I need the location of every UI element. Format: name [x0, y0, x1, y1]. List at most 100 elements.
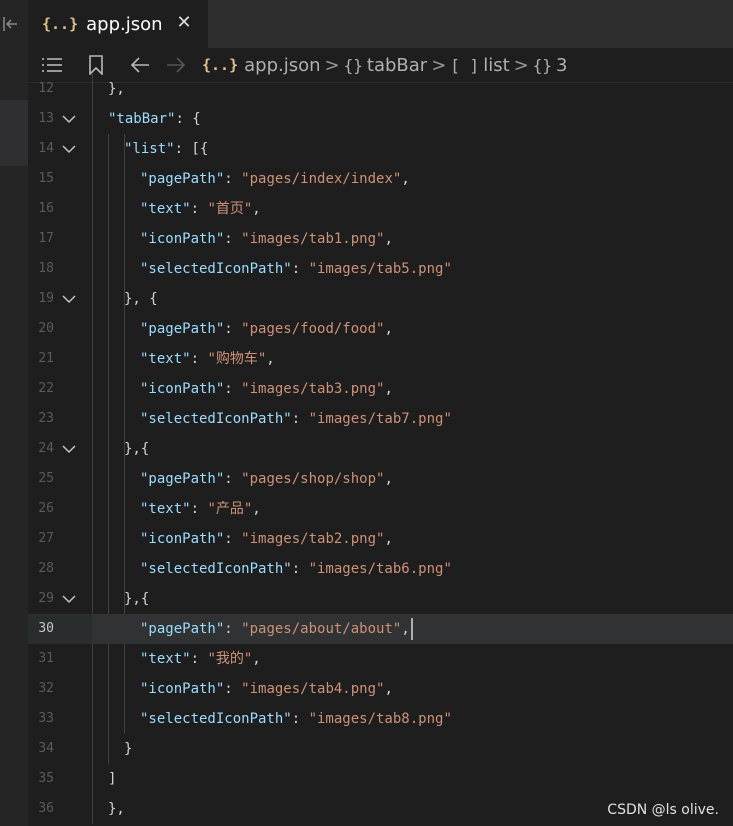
json-punctuation: , — [401, 621, 410, 637]
line-number: 15 — [38, 171, 54, 186]
json-punctuation: , — [384, 681, 393, 697]
fold-chevron-icon[interactable] — [62, 441, 76, 455]
code-line[interactable]: 17 "iconPath": "images/tab1.png", — [28, 224, 733, 254]
breadcrumb-separator: > — [324, 54, 340, 76]
code-text: "selectedIconPath": "images/tab5.png" — [140, 254, 452, 284]
json-string: "首页" — [207, 201, 253, 217]
json-punctuation: : [{ — [174, 141, 209, 157]
code-line[interactable]: 29},{ — [28, 584, 733, 614]
json-punctuation: : { — [175, 111, 201, 127]
json-string: "我的" — [207, 651, 253, 667]
json-key: "text" — [140, 651, 191, 667]
collapse-panel-icon[interactable] — [0, 14, 24, 38]
code-line[interactable]: 27 "iconPath": "images/tab2.png", — [28, 524, 733, 554]
line-number: 16 — [38, 201, 54, 216]
code-text: }, { — [124, 284, 158, 314]
json-punctuation: : — [190, 651, 208, 667]
code-line[interactable]: 18 "selectedIconPath": "images/tab5.png" — [28, 254, 733, 284]
breadcrumb-item-list[interactable]: list — [483, 55, 509, 76]
json-file-icon: {..} — [42, 15, 79, 33]
json-string: "pages/about/about" — [241, 621, 402, 637]
json-punctuation: , — [384, 321, 393, 337]
line-number: 12 — [38, 81, 54, 96]
code-text: },{ — [124, 584, 149, 614]
code-line[interactable]: 20 "pagePath": "pages/food/food", — [28, 314, 733, 344]
json-key: "selectedIconPath" — [140, 411, 292, 427]
json-key: "pagePath" — [140, 471, 225, 487]
code-line[interactable]: 19 }, { — [28, 284, 733, 314]
json-punctuation: , — [401, 171, 410, 187]
json-string: "images/tab8.png" — [308, 711, 452, 727]
tab-app-json[interactable]: {..} app.json ✕ — [28, 0, 208, 48]
breadcrumb-item-3[interactable]: 3 — [556, 55, 567, 76]
code-line[interactable]: 28 "selectedIconPath": "images/tab6.png" — [28, 554, 733, 584]
json-punctuation: , — [384, 471, 393, 487]
fold-chevron-icon[interactable] — [62, 591, 76, 605]
code-line[interactable]: 35] — [28, 764, 733, 794]
code-line[interactable]: 26 "text": "产品", — [28, 494, 733, 524]
line-number: 22 — [38, 381, 54, 396]
json-punctuation: ] — [108, 771, 117, 787]
json-key: "iconPath" — [140, 381, 225, 397]
line-number: 26 — [38, 501, 54, 516]
json-string: "pages/index/index" — [241, 171, 402, 187]
json-punctuation: , — [252, 651, 261, 667]
json-punctuation: : — [224, 171, 242, 187]
code-text: "selectedIconPath": "images/tab8.png" — [140, 704, 452, 734]
code-line[interactable]: 16 "text": "首页", — [28, 194, 733, 224]
json-punctuation: }, — [108, 801, 125, 817]
code-line[interactable]: 23 "selectedIconPath": "images/tab7.png" — [28, 404, 733, 434]
close-icon[interactable]: ✕ — [174, 12, 194, 33]
code-line[interactable]: 13 "tabBar": { — [28, 104, 733, 134]
code-text: "iconPath": "images/tab3.png", — [140, 374, 393, 404]
code-line[interactable]: 12}, — [28, 74, 733, 104]
code-line[interactable]: 21 "text": "购物车", — [28, 344, 733, 374]
json-punctuation: : — [224, 681, 242, 697]
fold-chevron-icon[interactable] — [62, 141, 76, 155]
code-line[interactable]: 14 "list": [{ — [28, 134, 733, 164]
line-number: 17 — [38, 231, 54, 246]
side-panel-edge — [0, 0, 28, 826]
editor-tab-bar: {..} app.json ✕ — [28, 0, 733, 48]
code-text: "iconPath": "images/tab4.png", — [140, 674, 393, 704]
code-text: }, — [108, 794, 125, 824]
code-text: "pagePath": "pages/index/index", — [140, 164, 410, 194]
code-line[interactable]: 32 "iconPath": "images/tab4.png", — [28, 674, 733, 704]
tab-label: app.json — [86, 13, 163, 35]
fold-chevron-icon[interactable] — [62, 111, 76, 125]
code-line[interactable]: 25 "pagePath": "pages/shop/shop", — [28, 464, 733, 494]
code-line[interactable]: 33 "selectedIconPath": "images/tab8.png" — [28, 704, 733, 734]
json-punctuation: : — [291, 261, 309, 277]
code-text: "list": [{ — [124, 134, 208, 164]
json-punctuation: , — [266, 351, 275, 367]
json-string: "images/tab3.png" — [241, 381, 385, 397]
json-key: "iconPath" — [140, 681, 225, 697]
line-number: 19 — [38, 291, 54, 306]
code-line[interactable]: 30 "pagePath": "pages/about/about", — [28, 614, 733, 644]
code-text: }, — [108, 74, 125, 104]
json-punctuation: : — [291, 411, 309, 427]
object-icon: {} — [532, 55, 552, 75]
code-line[interactable]: 24},{ — [28, 434, 733, 464]
breadcrumb-separator: > — [431, 54, 447, 76]
fold-chevron-icon[interactable] — [62, 291, 76, 305]
code-editor[interactable]: 12}, 13 "tabBar": {14 "list": [{15 "pagePath… — [28, 74, 733, 826]
code-text: "text": "购物车", — [140, 344, 275, 374]
json-string: "产品" — [207, 501, 253, 517]
breadcrumb-file[interactable]: app.json — [244, 55, 320, 76]
code-line[interactable]: 15 "pagePath": "pages/index/index", — [28, 164, 733, 194]
json-punctuation: , — [384, 531, 393, 547]
json-string: "images/tab2.png" — [241, 531, 385, 547]
code-text: "pagePath": "pages/food/food", — [140, 314, 393, 344]
text-cursor — [410, 618, 413, 640]
code-line[interactable]: 22 "iconPath": "images/tab3.png", — [28, 374, 733, 404]
line-number: 18 — [38, 261, 54, 276]
code-line[interactable]: 34} — [28, 734, 733, 764]
breadcrumb-item-tabbar[interactable]: tabBar — [367, 55, 427, 76]
line-number: 24 — [38, 441, 54, 456]
code-line[interactable]: 31 "text": "我的", — [28, 644, 733, 674]
json-punctuation: : — [291, 561, 309, 577]
json-punctuation: },{ — [124, 591, 150, 607]
watermark: CSDN @ls olive. — [607, 802, 719, 818]
line-number: 31 — [38, 651, 54, 666]
